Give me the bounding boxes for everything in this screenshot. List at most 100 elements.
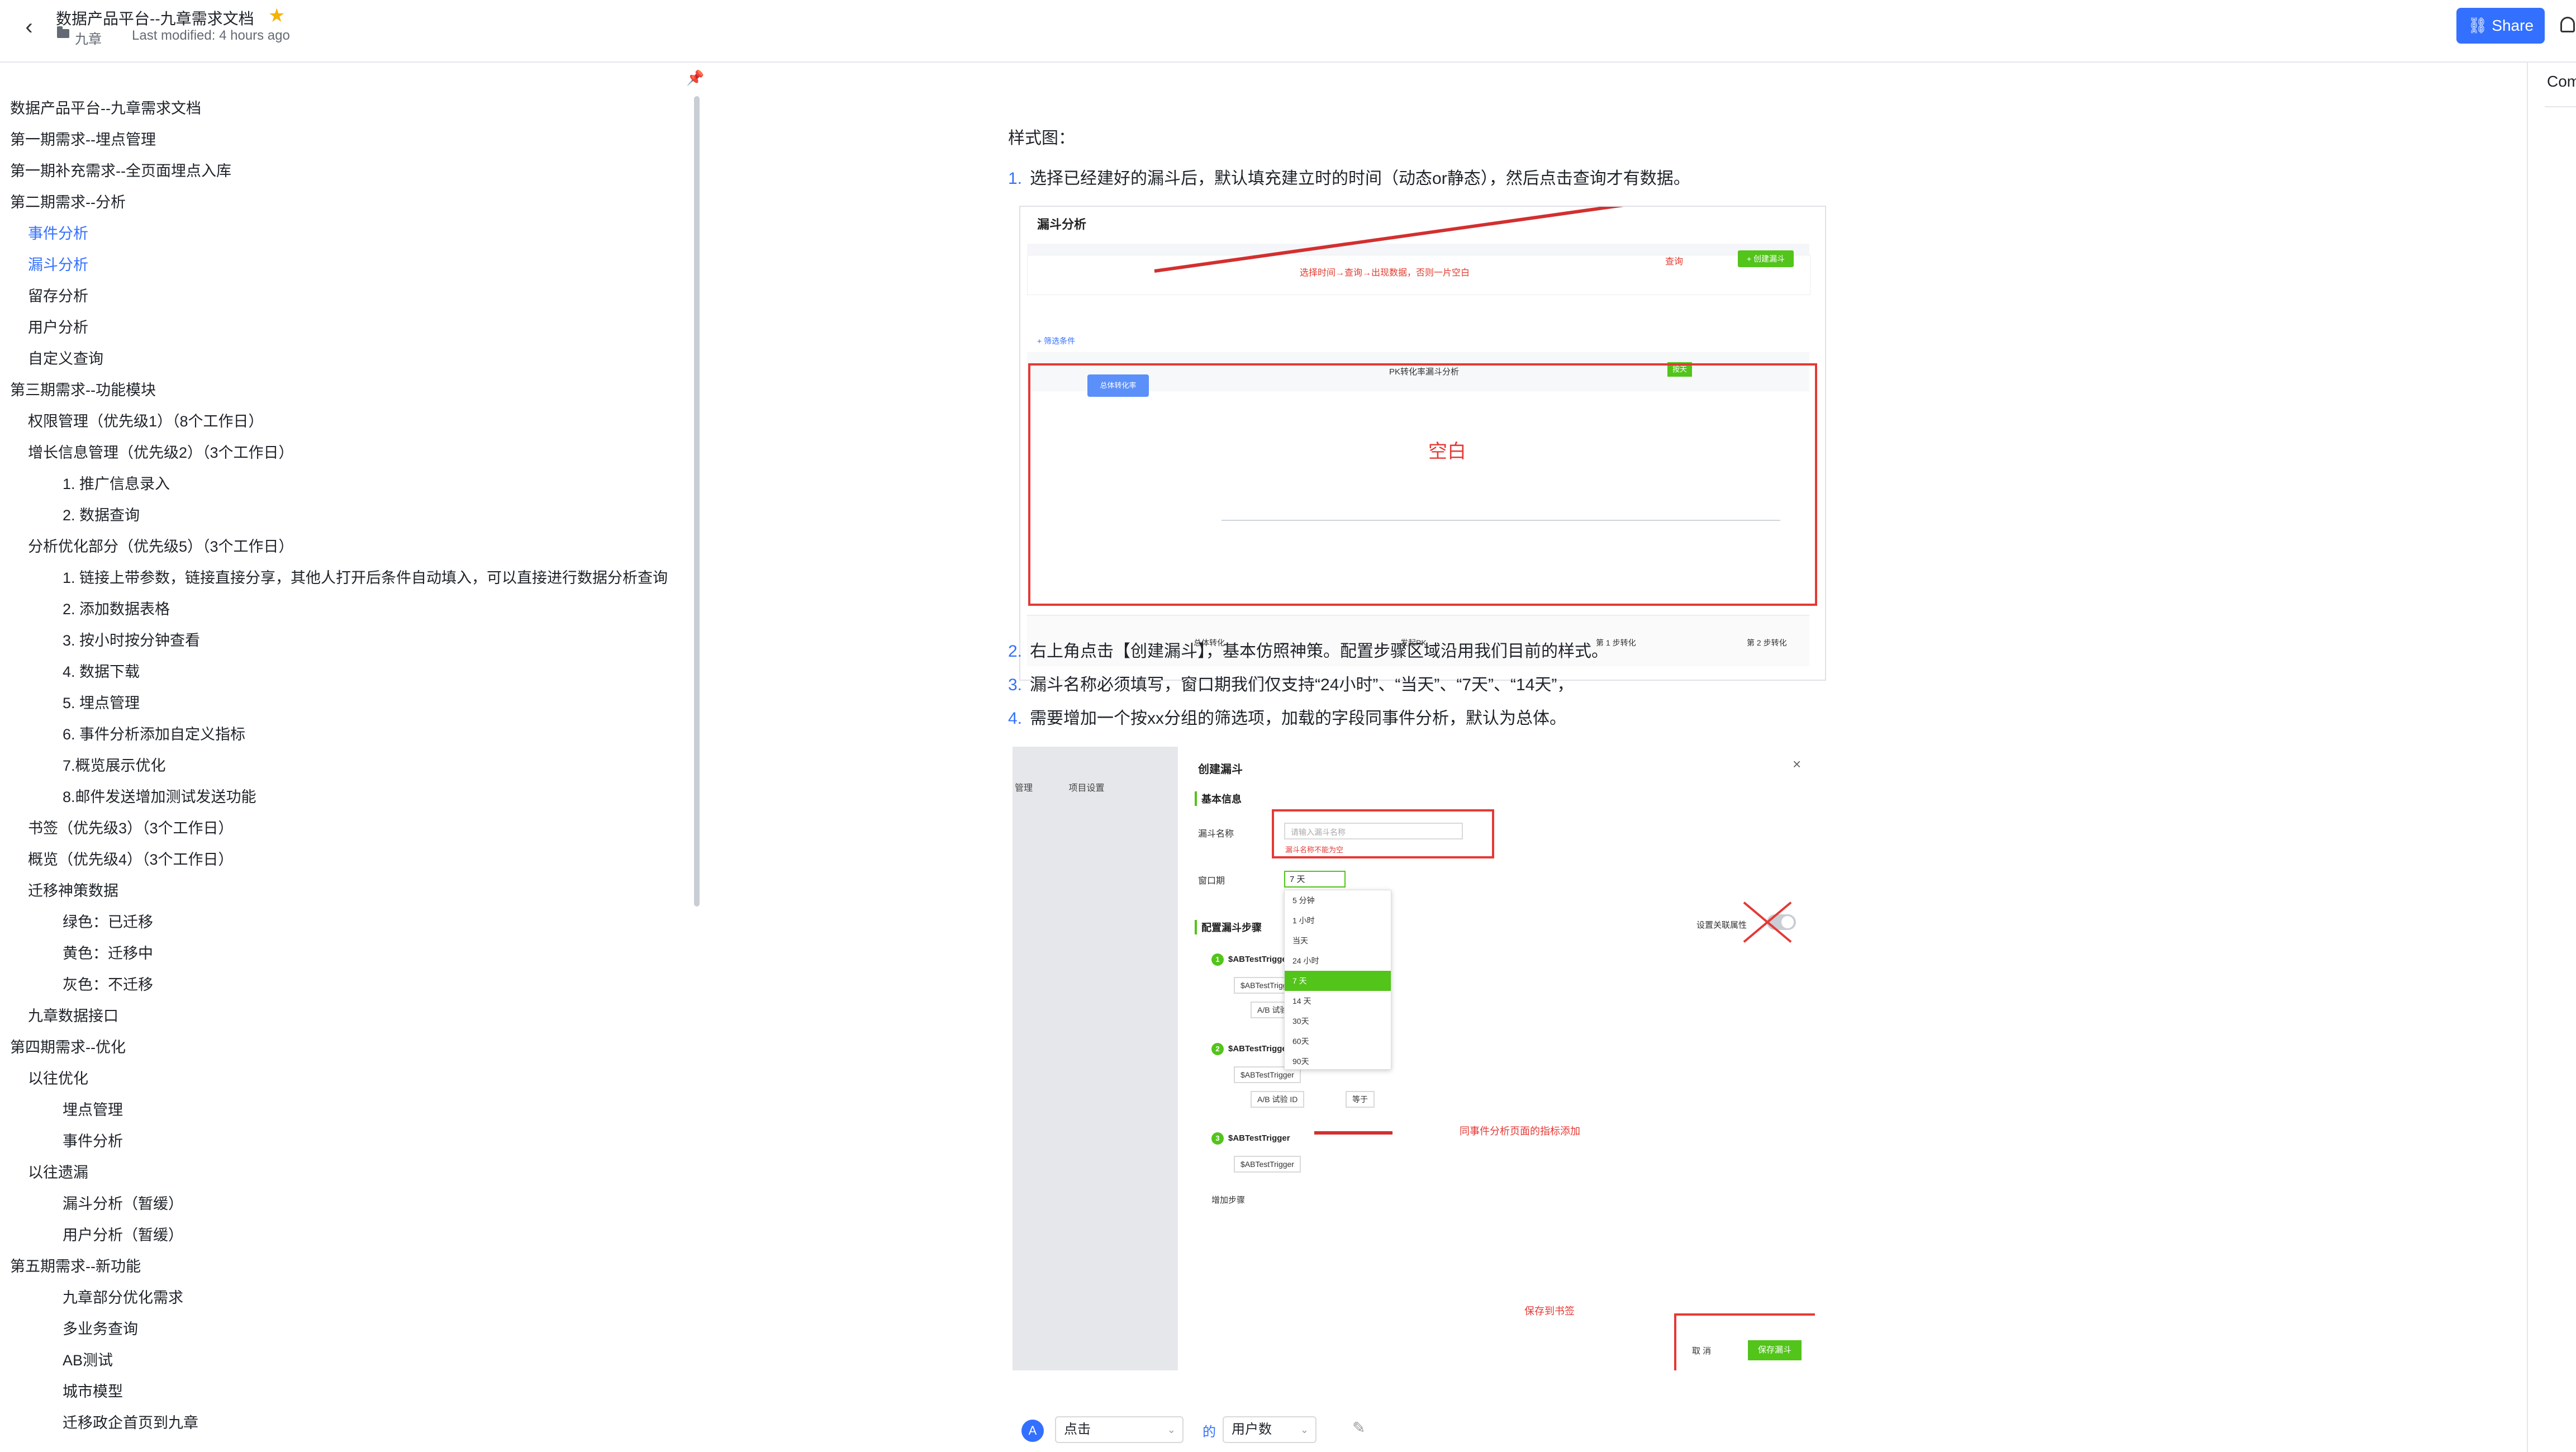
outline-item[interactable]: 8.邮件发送增加测试发送功能 [63, 785, 256, 806]
list-number: 2. [1008, 642, 1023, 661]
back-icon[interactable]: ‹ [17, 15, 41, 39]
share-button[interactable]: ⛓ Share [2456, 8, 2545, 44]
pin-icon[interactable]: 📌 [686, 69, 704, 87]
rail-divider [2545, 106, 2576, 107]
sidebar-scrollbar[interactable] [694, 96, 700, 907]
outline-item[interactable]: 5. 埋点管理 [63, 691, 140, 713]
list-number: 1. [1008, 169, 1023, 188]
outline-item[interactable]: 埋点管理 [63, 1098, 123, 1119]
shot1-query-note: 查询 [1665, 257, 1684, 267]
outline-item[interactable]: 留存分析 [28, 284, 88, 306]
field-select[interactable]: 用户数 ⌄ [1223, 1416, 1316, 1443]
outline-item[interactable]: 3. 按小时按分钟查看 [63, 628, 200, 650]
step-name: $ABTestTrigger [1228, 1133, 1290, 1143]
share-label: Share [2492, 17, 2534, 34]
event-select[interactable]: 点击 ⌄ [1055, 1416, 1184, 1443]
outline-item[interactable]: 1. 推广信息录入 [63, 472, 170, 494]
shot2-left-tabs: 管理 项目设置 [1013, 780, 1178, 794]
outline-item[interactable]: 分析优化部分（优先级5）（3个工作日） [28, 534, 294, 556]
outline-item[interactable]: 九章数据接口 [28, 1004, 118, 1026]
list-text: 需要增加一个按xx分组的筛选项，加载的字段同事件分析，默认为总体。 [1030, 709, 1567, 728]
annotation-box [1028, 363, 1817, 606]
step-number: 1 [1211, 953, 1224, 966]
step-name: $ABTestTrigger [1228, 955, 1290, 964]
outline-item[interactable]: 7.概览展示优化 [63, 753, 166, 775]
create-funnel-dialog: 创建漏斗 × 基本信息 漏斗名称 请输入漏斗名称 漏斗名称不能为空 窗口期 7 … [1178, 747, 1815, 1370]
relate-label: 设置关联属性 [1696, 920, 1747, 930]
top-bar: ‹ 数据产品平台--九章需求文档 ★ 九章 Last modified: 4 h… [0, 0, 2576, 63]
folder-name[interactable]: 九章 [75, 28, 102, 48]
outline-item[interactable]: 第五期需求--新功能 [10, 1254, 141, 1276]
outline-item[interactable]: 事件分析 [63, 1129, 123, 1151]
window-option: 7 天 [1285, 971, 1391, 991]
outline-item[interactable]: 第一期补充需求--全页面埋点入库 [10, 159, 231, 181]
de-label: 的 [1203, 1425, 1216, 1440]
window-select: 7 天 [1284, 871, 1346, 888]
outline-item[interactable]: 6. 事件分析添加自定义指标 [63, 722, 245, 744]
outline-item[interactable]: 用户分析（暂缓） [63, 1223, 183, 1245]
outline-item[interactable]: 概览（优先级4）（3个工作日） [28, 847, 234, 869]
list-text: 右上角点击【创建漏斗】，基本仿照神策。配置步骤区域沿用我们目前的样式。 [1030, 642, 1609, 661]
window-option: 90天 [1292, 1057, 1309, 1066]
shot1-filter: + 筛选条件 [1037, 336, 1076, 345]
list-item-4: 4. 需要增加一个按xx分组的筛选项，加载的字段同事件分析，默认为总体。 [1008, 704, 1566, 729]
outline-item[interactable]: 漏斗分析（暂缓） [63, 1192, 183, 1213]
outline-item[interactable]: 数据产品平台--九章需求文档 [10, 96, 201, 118]
outline-item[interactable]: 第二期需求--分析 [10, 190, 126, 212]
outline-item[interactable]: 2. 数据查询 [63, 503, 140, 525]
window-option: 当天 [1292, 936, 1308, 945]
property-chip: A/B 试验 ID [1251, 1091, 1305, 1108]
outline-item[interactable]: 多业务查询 [63, 1317, 138, 1339]
outline-item[interactable]: 书签（优先级3）（3个工作日） [28, 816, 234, 838]
outline-item[interactable]: 4. 数据下载 [63, 659, 140, 681]
group-by-row: A 点击 ⌄ 的 用户数 ⌄ ✎ [1008, 1413, 1399, 1446]
shot2-left-pane: 管理 项目设置 [1013, 747, 1178, 1370]
outline-item[interactable]: 绿色：已迁移 [63, 910, 153, 932]
list-item-2: 2. 右上角点击【创建漏斗】，基本仿照神策。配置步骤区域沿用我们目前的样式。 [1008, 637, 1608, 662]
outline-item[interactable]: 城市模型 [63, 1379, 123, 1401]
outline-item[interactable]: 黄色：迁移中 [63, 941, 153, 963]
outline-item[interactable]: 迁移神策数据 [28, 879, 118, 900]
outline-item[interactable]: 第四期需求--优化 [10, 1035, 126, 1057]
star-icon[interactable]: ★ [268, 4, 285, 27]
outline-item[interactable]: 第一期需求--埋点管理 [10, 127, 156, 149]
folder-icon [57, 26, 69, 38]
outline-item[interactable]: 增长信息管理（优先级2）（3个工作日） [28, 440, 294, 462]
outline-item[interactable]: 九章部分优化需求 [63, 1285, 183, 1307]
list-text: 选择已经建好的漏斗后，默认填充建立时的时间（动态or静态），然后点击查询才有数据… [1030, 169, 1690, 188]
window-label: 窗口期 [1198, 876, 1225, 886]
group-badge: A [1021, 1420, 1044, 1442]
outline-item[interactable]: 以往遗漏 [28, 1160, 88, 1182]
outline-item[interactable]: 迁移政企首页到九章 [63, 1411, 198, 1432]
outline-item[interactable]: 2. 添加数据表格 [63, 597, 170, 619]
outline-item[interactable]: 第三期需求--功能模块 [10, 378, 156, 400]
window-option: 1 小时 [1292, 916, 1315, 925]
window-dropdown: 5 分钟 1 小时 当天 24 小时 7 天 14 天 30天 60天 90天 [1284, 890, 1391, 1070]
create-funnel-screenshot: 管理 项目设置 创建漏斗 × 基本信息 漏斗名称 请输入漏斗名称 漏斗名称不能为… [1013, 747, 1815, 1370]
funnel-name-input: 请输入漏斗名称 [1284, 823, 1463, 839]
step-number: 3 [1211, 1132, 1224, 1145]
outline-item[interactable]: AB测试 [63, 1348, 113, 1370]
outline-item[interactable]: 漏斗分析 [28, 253, 88, 274]
close-icon: × [1793, 756, 1802, 772]
bell-icon[interactable] [2560, 17, 2575, 32]
outline-item[interactable]: 权限管理（优先级1）（8个工作日） [28, 409, 264, 431]
outline-item[interactable]: 自定义查询 [28, 347, 103, 368]
outline-item[interactable]: 1. 链接上带参数，链接直接分享，其他人打开后条件自动填入，可以直接进行数据分析… [63, 566, 668, 587]
list-text: 漏斗名称必须填写，窗口期我们仅支持“24小时”、“当天”、“7天”、“14天”， [1030, 676, 1574, 694]
outline-item[interactable]: 用户分析 [28, 315, 88, 337]
window-option: 14 天 [1292, 997, 1311, 1005]
window-option: 5 分钟 [1292, 896, 1315, 905]
window-option: 30天 [1292, 1017, 1309, 1026]
event-select-value: 点击 [1064, 1422, 1091, 1437]
save-hint: 保存到书签 [1524, 1306, 1575, 1317]
outline-sidebar: 📌 数据产品平台--九章需求文档 第一期需求--埋点管理第一期补充需求--全页面埋… [0, 63, 704, 1452]
chevron-down-icon: ⌄ [1167, 1424, 1176, 1435]
outline-item[interactable]: 事件分析 [28, 221, 88, 243]
shot1-hint: 选择时间→查询→出现数据，否则一片空白 [1300, 268, 1470, 278]
outline-item[interactable]: 以往优化 [28, 1066, 88, 1088]
comments-label[interactable]: Com [2547, 73, 2576, 91]
edit-icon[interactable]: ✎ [1352, 1418, 1365, 1437]
outline-item[interactable]: 灰色：不迁移 [63, 972, 153, 994]
step-note: 同事件分析页面的指标添加 [1460, 1126, 1580, 1137]
